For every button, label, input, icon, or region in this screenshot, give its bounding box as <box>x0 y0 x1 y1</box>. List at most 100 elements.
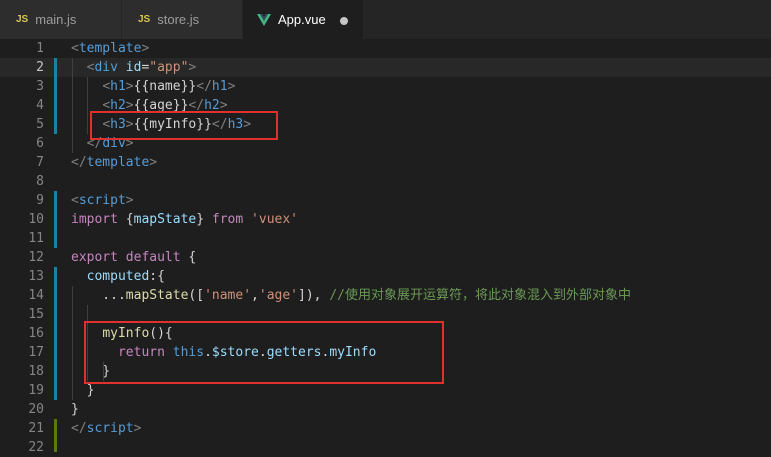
code-editor[interactable]: 1 <template> 2 <div id="app"> 3 <h1>{{name}… <box>0 39 771 455</box>
code-token: //使用对象展开运算符，将此对象混入到外部对象中 <box>329 288 631 303</box>
vue-file-icon <box>257 13 271 26</box>
code-text: <h3>{{myInfo}}</h3> <box>71 115 251 134</box>
code-line[interactable]: 12 export default { <box>0 248 771 267</box>
code-token: script <box>78 193 126 208</box>
code-token: > <box>141 41 150 56</box>
code-text: </script> <box>71 419 141 438</box>
line-number: 12 <box>28 250 44 265</box>
code-line[interactable]: 15 <box>0 305 771 324</box>
code-token: } <box>71 383 95 398</box>
code-token: ... <box>71 288 126 303</box>
code-token: { <box>117 212 134 227</box>
code-line[interactable]: 5 <h3>{{myInfo}}</h3> <box>0 115 771 134</box>
code-text: } <box>71 362 110 381</box>
code-token: {{myInfo}} <box>133 117 212 132</box>
code-line[interactable]: 7 </template> <box>0 153 771 172</box>
line-number: 5 <box>36 117 44 132</box>
code-text: return this.$store.getters.myInfo <box>71 343 376 362</box>
code-token: </ <box>71 155 87 170</box>
line-number: 3 <box>36 79 44 94</box>
code-token: h3 <box>227 117 244 132</box>
line-number: 11 <box>28 231 44 246</box>
code-token: computed <box>86 269 150 284</box>
code-token: . <box>204 345 212 360</box>
code-token: 'age' <box>258 288 299 303</box>
code-line[interactable]: 4 <h2>{{age}}</h2> <box>0 96 771 115</box>
code-line[interactable]: 2 <div id="app"> <box>0 58 771 77</box>
code-line[interactable]: 16 myInfo(){ <box>0 324 771 343</box>
code-token: < <box>71 41 79 56</box>
code-token: < <box>71 193 79 208</box>
code-line[interactable]: 9 <script> <box>0 191 771 210</box>
code-line[interactable]: 3 <h1>{{name}}</h1> <box>0 77 771 96</box>
code-token: > <box>243 117 252 132</box>
code-token: from <box>211 212 244 227</box>
indent-guide <box>72 58 73 153</box>
code-token: h1 <box>211 79 228 94</box>
code-line[interactable]: 11 <box>0 229 771 248</box>
line-number: 7 <box>36 155 44 170</box>
code-token: :{ <box>149 269 165 284</box>
code-text: } <box>71 381 95 400</box>
code-token: this <box>172 345 205 360</box>
javascript-file-icon: JS <box>16 14 29 25</box>
unsaved-changes-dot-icon[interactable] <box>340 17 348 25</box>
line-number: 6 <box>36 136 44 151</box>
code-token: > <box>133 421 142 436</box>
code-line[interactable]: 6 </div> <box>0 134 771 153</box>
code-token: export <box>71 250 118 265</box>
tab-app-vue[interactable]: App.vue <box>243 0 364 39</box>
code-token: { <box>180 250 197 265</box>
code-line[interactable]: 18 } <box>0 362 771 381</box>
code-line[interactable]: 19 } <box>0 381 771 400</box>
code-text: export default { <box>71 248 196 267</box>
code-token: 'vuex' <box>251 212 299 227</box>
line-number: 18 <box>28 364 44 379</box>
code-token: ([ <box>188 288 205 303</box>
code-token: > <box>125 79 134 94</box>
code-token: < <box>102 79 111 94</box>
code-token: </ <box>86 136 103 151</box>
indent-guide <box>72 286 73 400</box>
code-token: h2 <box>110 98 126 113</box>
code-token: return <box>117 345 165 360</box>
code-token: } <box>71 364 111 379</box>
line-number: 13 <box>28 269 44 284</box>
code-line[interactable]: 20} <box>0 400 771 419</box>
code-token: myInfo <box>329 345 377 360</box>
code-token: > <box>227 79 236 94</box>
line-number: 8 <box>36 174 44 189</box>
javascript-file-icon: JS <box>138 14 151 25</box>
code-token: {{age}} <box>133 98 189 113</box>
tab-bar: JS main.js JS store.js App.vue <box>0 0 771 39</box>
code-token: div <box>102 136 126 151</box>
code-token: div <box>94 60 118 75</box>
code-line[interactable]: 1 <template> <box>0 39 771 58</box>
line-number: 17 <box>28 345 44 360</box>
line-number: 14 <box>28 288 44 303</box>
code-token: > <box>149 155 158 170</box>
code-line[interactable]: 14 ...mapState(['name','age']), //使用对象展开… <box>0 286 771 305</box>
code-token: </ <box>188 98 205 113</box>
git-modified-indicator <box>54 267 57 400</box>
code-line[interactable]: 10 import {mapState} from 'vuex' <box>0 210 771 229</box>
code-line[interactable]: 13 computed:{ <box>0 267 771 286</box>
code-text: computed:{ <box>71 267 165 286</box>
code-line[interactable]: 21 </script> <box>0 419 771 438</box>
code-line[interactable]: 8 <box>0 172 771 191</box>
tab-main-js[interactable]: JS main.js <box>0 0 122 39</box>
tab-store-js[interactable]: JS store.js <box>122 0 243 39</box>
code-text: <script> <box>71 191 134 210</box>
code-line[interactable]: 17 return this.$store.getters.myInfo <box>0 343 771 362</box>
code-token: mapState <box>125 288 189 303</box>
code-text: } <box>71 400 79 419</box>
code-token: $store <box>211 345 259 360</box>
code-token: {{name}} <box>133 79 197 94</box>
line-number: 1 <box>36 41 44 56</box>
code-line[interactable]: 22 <box>0 438 771 457</box>
indent-guide <box>87 77 88 134</box>
